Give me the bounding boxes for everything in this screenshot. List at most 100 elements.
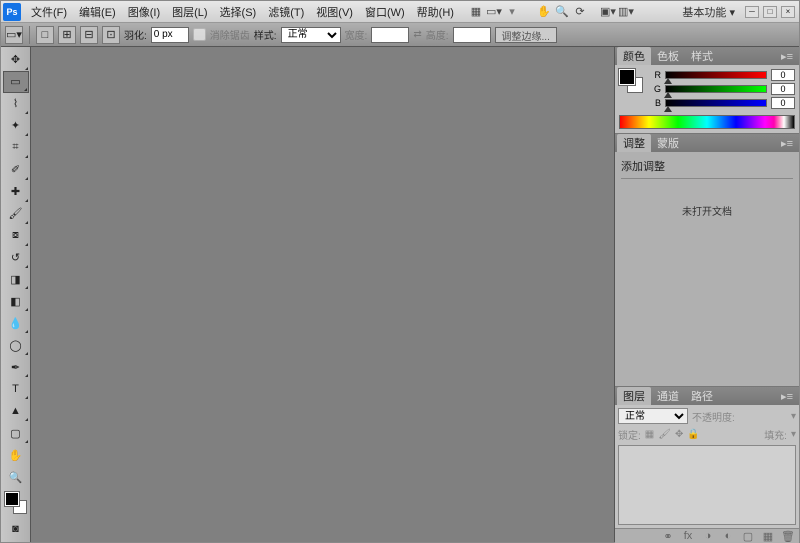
channel-r-label: R bbox=[651, 70, 661, 80]
zoom-icon[interactable]: 🔍 bbox=[554, 4, 570, 20]
move-tool[interactable]: ✥ bbox=[3, 49, 29, 71]
rotate-view-icon[interactable]: ⟳ bbox=[572, 4, 588, 20]
foreground-swatch[interactable] bbox=[5, 492, 19, 506]
feather-input[interactable] bbox=[151, 27, 189, 43]
menu-file[interactable]: 文件(F) bbox=[25, 2, 73, 22]
tab-color[interactable]: 颜色 bbox=[617, 47, 651, 65]
menu-select[interactable]: 选择(S) bbox=[214, 2, 263, 22]
shape-tool[interactable]: ▢ bbox=[3, 422, 29, 444]
gradient-tool[interactable]: ◧ bbox=[3, 290, 29, 312]
lock-pixels-icon[interactable]: 🖌 bbox=[658, 429, 671, 440]
channel-b-input[interactable] bbox=[771, 97, 795, 109]
dodge-tool[interactable]: ◯ bbox=[3, 334, 29, 356]
tab-masks[interactable]: 蒙版 bbox=[651, 134, 685, 152]
adjustments-panel: 调整 蒙版 ▸≡ 添加调整 未打开文档 bbox=[615, 134, 799, 387]
close-button[interactable]: × bbox=[781, 6, 795, 18]
main-area: ✥ ▭ ⌇ ✦ ⌗ ✐ ✚ 🖌 ⧇ ↺ ◨ ◧ 💧 ◯ ✒ T ▲ ▢ ✋ 🔍 … bbox=[1, 47, 799, 542]
swap-icon: ⇄ bbox=[413, 29, 421, 40]
lock-all-icon[interactable]: 🔒 bbox=[687, 429, 699, 440]
history-brush-tool[interactable]: ↺ bbox=[3, 247, 29, 269]
path-select-tool[interactable]: ▲ bbox=[3, 400, 29, 422]
color-spectrum[interactable] bbox=[619, 115, 795, 129]
menu-edit[interactable]: 编辑(E) bbox=[73, 2, 122, 22]
add-selection-icon[interactable]: ⊞ bbox=[58, 26, 76, 44]
stamp-tool[interactable]: ⧇ bbox=[3, 225, 29, 247]
antialias-checkbox[interactable] bbox=[193, 28, 206, 41]
new-selection-icon[interactable]: □ bbox=[36, 26, 54, 44]
channel-b-label: B bbox=[651, 98, 661, 108]
hand-tool[interactable]: ✋ bbox=[3, 444, 29, 466]
menu-bar: Ps 文件(F) 编辑(E) 图像(I) 图层(L) 选择(S) 滤镜(T) 视… bbox=[1, 1, 799, 23]
hand-icon[interactable]: ✋ bbox=[536, 4, 552, 20]
tool-preset-icon[interactable]: ▭▾ bbox=[5, 26, 23, 44]
opacity-label: 不透明度: bbox=[692, 409, 735, 424]
maximize-button[interactable]: □ bbox=[763, 6, 777, 18]
channel-r-input[interactable] bbox=[771, 69, 795, 81]
layers-footer: ⚭ fx ◑ ◐ ▢ ▦ 🗑 bbox=[615, 528, 799, 543]
workspace-switcher[interactable]: 基本功能 ▾ bbox=[676, 2, 741, 22]
style-select[interactable]: 正常 bbox=[281, 27, 341, 43]
menu-layer[interactable]: 图层(L) bbox=[166, 2, 213, 22]
wand-tool[interactable]: ✦ bbox=[3, 115, 29, 137]
healing-tool[interactable]: ✚ bbox=[3, 181, 29, 203]
menu-image[interactable]: 图像(I) bbox=[122, 2, 166, 22]
quickmask-tool[interactable]: ◙ bbox=[3, 518, 29, 540]
slider-b[interactable] bbox=[665, 99, 767, 107]
link-layers-icon[interactable]: ⚭ bbox=[661, 529, 675, 543]
panel-menu-icon[interactable]: ▸≡ bbox=[777, 390, 797, 403]
zoom-level-icon[interactable]: ▾ bbox=[504, 4, 520, 20]
bridge-icon[interactable]: ▦ bbox=[468, 4, 484, 20]
color-swatches[interactable] bbox=[5, 492, 27, 514]
brush-tool[interactable]: 🖌 bbox=[3, 203, 29, 225]
screen-mode-icon[interactable]: ▣▾ bbox=[600, 4, 616, 20]
zoom-tool[interactable]: 🔍 bbox=[3, 466, 29, 488]
intersect-selection-icon[interactable]: ⊡ bbox=[102, 26, 120, 44]
channel-g-input[interactable] bbox=[771, 83, 795, 95]
marquee-tool[interactable]: ▭ bbox=[3, 71, 29, 93]
panel-color-swatch[interactable] bbox=[619, 69, 643, 93]
panel-menu-icon[interactable]: ▸≡ bbox=[777, 137, 797, 150]
tab-layers[interactable]: 图层 bbox=[617, 387, 651, 405]
new-layer-icon[interactable]: ▦ bbox=[761, 529, 775, 543]
blur-tool[interactable]: 💧 bbox=[3, 312, 29, 334]
tab-channels[interactable]: 通道 bbox=[651, 387, 685, 405]
canvas-area[interactable] bbox=[31, 47, 614, 542]
tab-adjustments[interactable]: 调整 bbox=[617, 134, 651, 152]
extras-icon[interactable]: ▥▾ bbox=[618, 4, 634, 20]
menu-window[interactable]: 窗口(W) bbox=[359, 2, 411, 22]
blend-mode-select[interactable]: 正常 bbox=[618, 408, 688, 424]
pen-tool[interactable]: ✒ bbox=[3, 356, 29, 378]
panel-menu-icon[interactable]: ▸≡ bbox=[777, 50, 797, 63]
menu-view[interactable]: 视图(V) bbox=[310, 2, 359, 22]
tab-paths[interactable]: 路径 bbox=[685, 387, 719, 405]
layers-list[interactable] bbox=[618, 445, 796, 525]
arrange-icon[interactable]: ▭▾ bbox=[486, 4, 502, 20]
app-logo: Ps bbox=[3, 3, 21, 21]
app-bar-icons: ▦ ▭▾ ▾ ✋ 🔍 ⟳ ▣▾ ▥▾ bbox=[468, 4, 634, 20]
menu-filter[interactable]: 滤镜(T) bbox=[262, 2, 310, 22]
lock-transparent-icon[interactable]: ▦ bbox=[645, 429, 654, 440]
slider-g[interactable] bbox=[665, 85, 767, 93]
delete-layer-icon[interactable]: 🗑 bbox=[781, 529, 795, 543]
layer-mask-icon[interactable]: ◑ bbox=[701, 529, 715, 543]
minimize-button[interactable]: ─ bbox=[745, 6, 759, 18]
menu-help[interactable]: 帮助(H) bbox=[411, 2, 460, 22]
group-icon[interactable]: ▢ bbox=[741, 529, 755, 543]
tab-swatches[interactable]: 色板 bbox=[651, 47, 685, 65]
layer-style-icon[interactable]: fx bbox=[681, 529, 695, 543]
width-label: 宽度: bbox=[345, 27, 368, 42]
crop-tool[interactable]: ⌗ bbox=[3, 137, 29, 159]
height-input bbox=[453, 27, 491, 43]
type-tool[interactable]: T bbox=[3, 378, 29, 400]
subtract-selection-icon[interactable]: ⊟ bbox=[80, 26, 98, 44]
refine-edge-button[interactable]: 调整边缘... bbox=[495, 27, 557, 43]
tab-styles[interactable]: 样式 bbox=[685, 47, 719, 65]
adjustment-layer-icon[interactable]: ◐ bbox=[721, 529, 735, 543]
lasso-tool[interactable]: ⌇ bbox=[3, 93, 29, 115]
feather-label: 羽化: bbox=[124, 27, 147, 42]
lock-position-icon[interactable]: ✥ bbox=[675, 429, 683, 440]
eyedropper-tool[interactable]: ✐ bbox=[3, 159, 29, 181]
slider-r[interactable] bbox=[665, 71, 767, 79]
eraser-tool[interactable]: ◨ bbox=[3, 269, 29, 291]
channel-g-label: G bbox=[651, 84, 661, 94]
